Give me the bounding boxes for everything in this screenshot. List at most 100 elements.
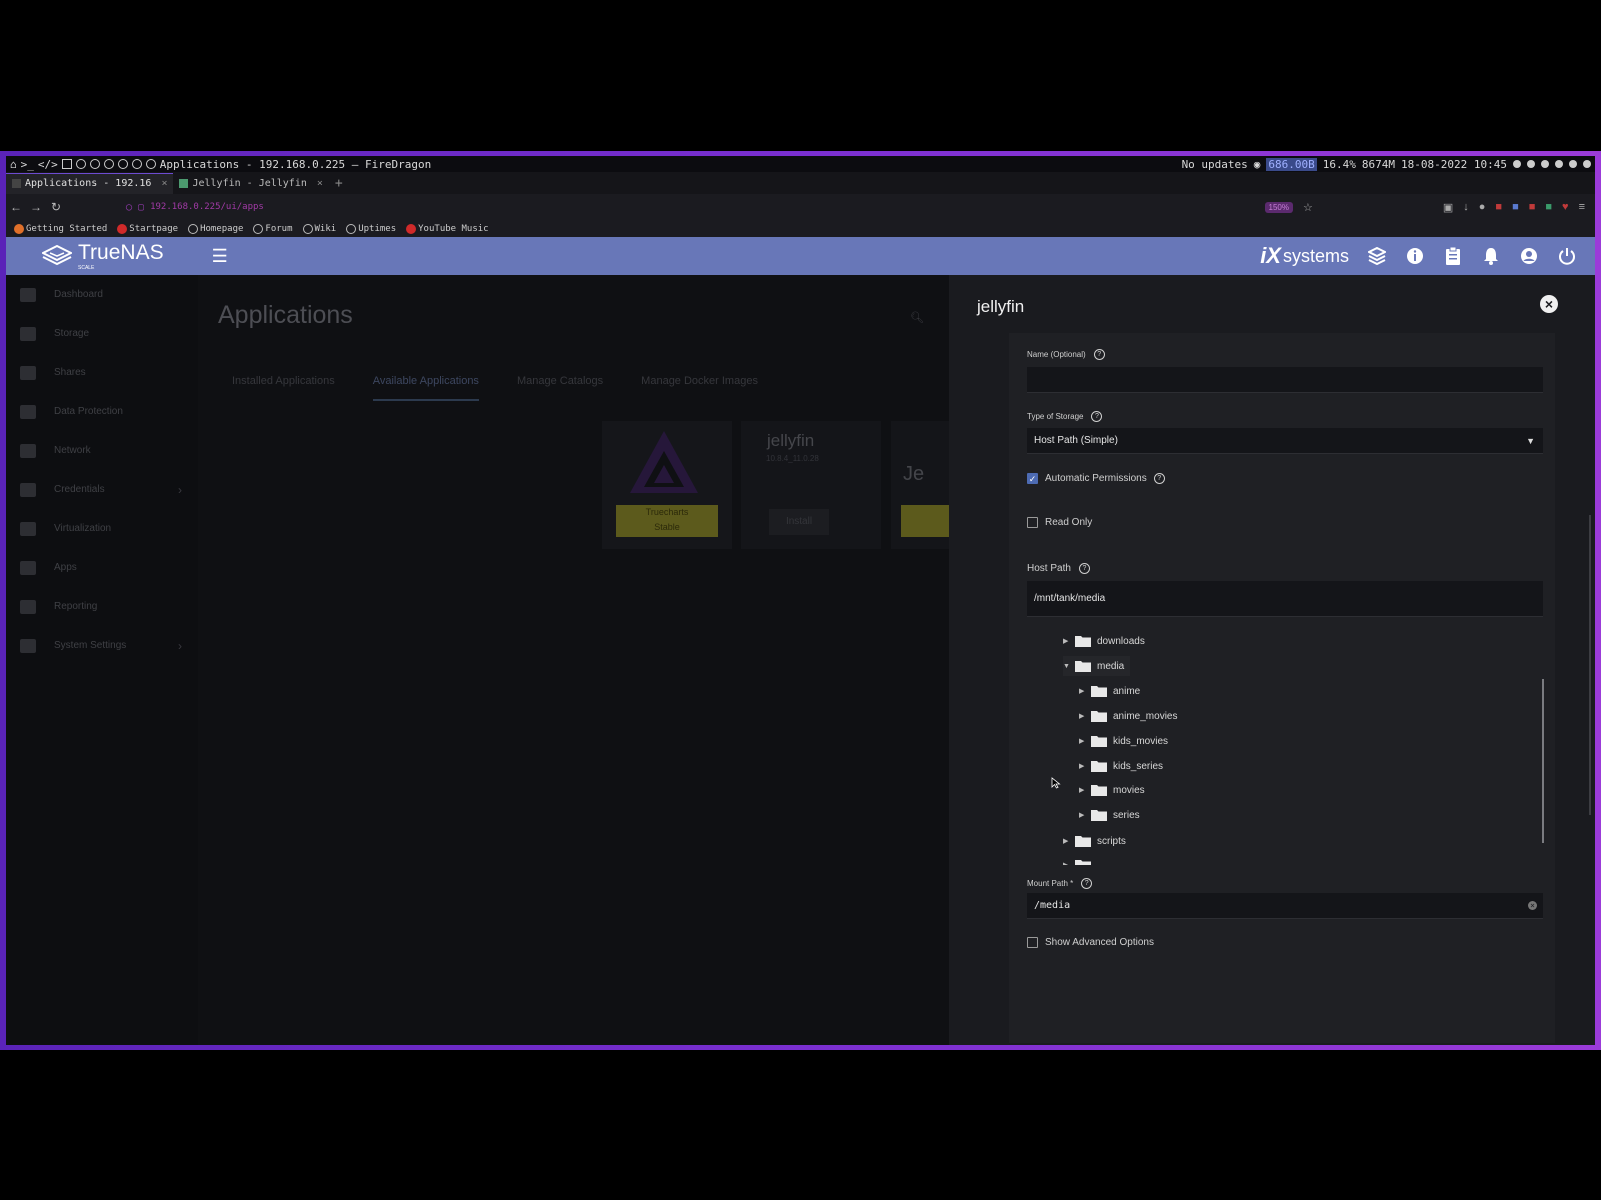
extension-icon[interactable]: ■ (1512, 201, 1519, 213)
expand-arrow-icon[interactable]: ▶ (1063, 837, 1075, 845)
tab-available-applications[interactable]: Available Applications (372, 375, 479, 401)
tab-manage-docker-images[interactable]: Manage Docker Images (641, 375, 758, 401)
storage-type-select[interactable]: Host Path (Simple) ▼ (1027, 428, 1543, 454)
bookmark-getting-started[interactable]: Getting Started (14, 223, 107, 234)
workspace-dot-icon[interactable] (75, 159, 86, 169)
tree-node-scripts[interactable]: ▶ scripts (1063, 831, 1126, 851)
mount-path-input[interactable]: /media × (1027, 893, 1543, 919)
workspace-dot-icon[interactable] (131, 159, 142, 169)
tree-node-series[interactable]: ▶ series (1079, 805, 1140, 825)
expand-arrow-icon[interactable]: ▶ (1079, 712, 1091, 720)
sidebar-item-data-protection[interactable]: Data Protection (6, 392, 198, 431)
ixsystems-logo[interactable]: iX systems (1260, 243, 1349, 269)
extension-icon[interactable]: ■ (1545, 201, 1552, 213)
folder-tree[interactable]: ▶ downloads ▼ media ▶ anime ▶ anime_movi… (1027, 633, 1543, 865)
home-icon[interactable]: ⌂ (10, 158, 17, 171)
extension-icon[interactable]: ▣ (1443, 201, 1453, 214)
browser-tab-applications[interactable]: Applications - 192.16 × (6, 172, 174, 194)
show-advanced-options-checkbox[interactable]: Show Advanced Options (1027, 937, 1154, 948)
checkbox-checked-icon[interactable]: ✓ (1027, 473, 1038, 484)
download-icon[interactable]: ↓ (1463, 201, 1469, 213)
tree-node-anime-movies[interactable]: ▶ anime_movies (1079, 706, 1177, 726)
clear-icon[interactable]: × (1528, 901, 1537, 910)
tree-node-partial[interactable]: ▶ (1063, 855, 1097, 865)
help-icon[interactable]: ? (1153, 473, 1165, 484)
bookmark-homepage[interactable]: Homepage (188, 223, 243, 234)
tray-icon[interactable] (1555, 160, 1563, 168)
expand-arrow-icon[interactable]: ▶ (1079, 737, 1091, 745)
clipboard-icon[interactable] (1443, 246, 1463, 266)
power-icon[interactable] (1557, 246, 1577, 266)
browser-tab-jellyfin[interactable]: Jellyfin - Jellyfin × (173, 173, 328, 193)
expand-arrow-icon[interactable]: ▶ (1079, 762, 1091, 770)
tree-scrollbar[interactable] (1542, 679, 1544, 843)
extension-icon[interactable]: ● (1479, 201, 1486, 213)
code-icon[interactable]: </> (38, 158, 58, 171)
automatic-permissions-checkbox[interactable]: ✓ Automatic Permissions ? (1027, 473, 1165, 484)
reload-icon[interactable]: ↻ (46, 200, 66, 214)
bookmark-startpage[interactable]: Startpage (117, 223, 178, 234)
tree-node-movies[interactable]: ▶ movies (1079, 780, 1145, 800)
bookmark-uptimes[interactable]: Uptimes (346, 223, 396, 234)
workspace-dot-icon[interactable] (103, 159, 114, 169)
help-icon[interactable]: ? (1093, 349, 1105, 360)
expand-arrow-icon[interactable]: ▶ (1063, 637, 1075, 645)
tree-node-downloads[interactable]: ▶ downloads (1063, 633, 1145, 651)
sidebar-item-reporting[interactable]: Reporting (6, 587, 198, 626)
account-icon[interactable] (1519, 246, 1539, 266)
sidebar-item-shares[interactable]: Shares (6, 353, 198, 392)
read-only-checkbox[interactable]: Read Only (1027, 517, 1092, 528)
expand-arrow-icon[interactable]: ▶ (1079, 786, 1091, 794)
workspace-dot-icon[interactable] (145, 159, 156, 169)
extension-icon[interactable]: ♥ (1562, 201, 1569, 213)
app-card-jellyfin[interactable]: jellyfin 10.8.4_11.0.28 Install (741, 421, 881, 549)
help-icon[interactable]: ? (1081, 878, 1093, 889)
sidebar-item-dashboard[interactable]: Dashboard (6, 275, 198, 314)
sidebar-item-network[interactable]: Network (6, 431, 198, 470)
help-icon[interactable]: ? (1078, 563, 1090, 574)
workspace-dot-icon[interactable] (89, 159, 100, 169)
workspace-dot-icon[interactable] (117, 159, 128, 169)
sidebar-item-apps[interactable]: Apps (6, 548, 198, 587)
expand-arrow-icon[interactable]: ▶ (1079, 687, 1091, 695)
volume-icon[interactable] (1513, 160, 1521, 168)
expand-arrow-icon[interactable]: ▶ (1079, 811, 1091, 819)
app-card-logo[interactable]: Truecharts Stable (602, 421, 732, 549)
tray-icon[interactable] (1569, 160, 1577, 168)
terminal-icon[interactable]: >_ (21, 158, 34, 171)
close-icon[interactable]: × (161, 178, 167, 189)
url-bar[interactable]: ◯ ▢ 192.168.0.225/ui/apps (126, 202, 1265, 213)
truecommand-icon[interactable] (1367, 246, 1387, 266)
info-icon[interactable] (1405, 246, 1425, 266)
extension-icon[interactable]: ■ (1495, 201, 1502, 213)
collapse-arrow-icon[interactable]: ▼ (1063, 663, 1075, 670)
checkbox-unchecked-icon[interactable] (1027, 517, 1038, 528)
sidebar-item-system-settings[interactable]: System Settings › (6, 626, 198, 665)
tree-node-anime[interactable]: ▶ anime (1079, 681, 1140, 701)
hamburger-menu-icon[interactable]: ☰ (212, 246, 228, 267)
tray-icon[interactable] (1541, 160, 1549, 168)
power-icon[interactable] (1583, 160, 1591, 168)
sidebar-item-virtualization[interactable]: Virtualization (6, 509, 198, 548)
help-icon[interactable]: ? (1091, 411, 1103, 422)
tree-node-media[interactable]: ▼ media (1063, 656, 1131, 676)
forward-icon[interactable]: → (26, 200, 46, 214)
bookmark-star-icon[interactable]: ☆ (1303, 201, 1313, 214)
search-icon[interactable]: 🔍︎ (910, 311, 924, 324)
bell-icon[interactable] (1481, 246, 1501, 266)
sidebar-item-credentials[interactable]: Credentials › (6, 470, 198, 509)
panel-scrollbar[interactable] (1589, 515, 1591, 815)
tray-icon[interactable] (1527, 160, 1535, 168)
truenas-logo[interactable]: TrueNAS SCALE (42, 241, 164, 271)
close-panel-button[interactable]: × (1540, 295, 1558, 313)
zoom-level[interactable]: 150% (1264, 201, 1293, 213)
tree-node-kids-series[interactable]: ▶ kids_series (1079, 756, 1163, 776)
workspace-icon[interactable] (61, 159, 72, 169)
tab-manage-catalogs[interactable]: Manage Catalogs (517, 375, 603, 401)
bookmark-wiki[interactable]: Wiki (302, 223, 336, 234)
back-icon[interactable]: ← (6, 200, 26, 214)
close-icon[interactable]: × (317, 178, 323, 189)
checkbox-unchecked-icon[interactable] (1027, 937, 1038, 948)
tree-node-kids-movies[interactable]: ▶ kids_movies (1079, 731, 1168, 751)
name-input[interactable] (1027, 367, 1543, 393)
